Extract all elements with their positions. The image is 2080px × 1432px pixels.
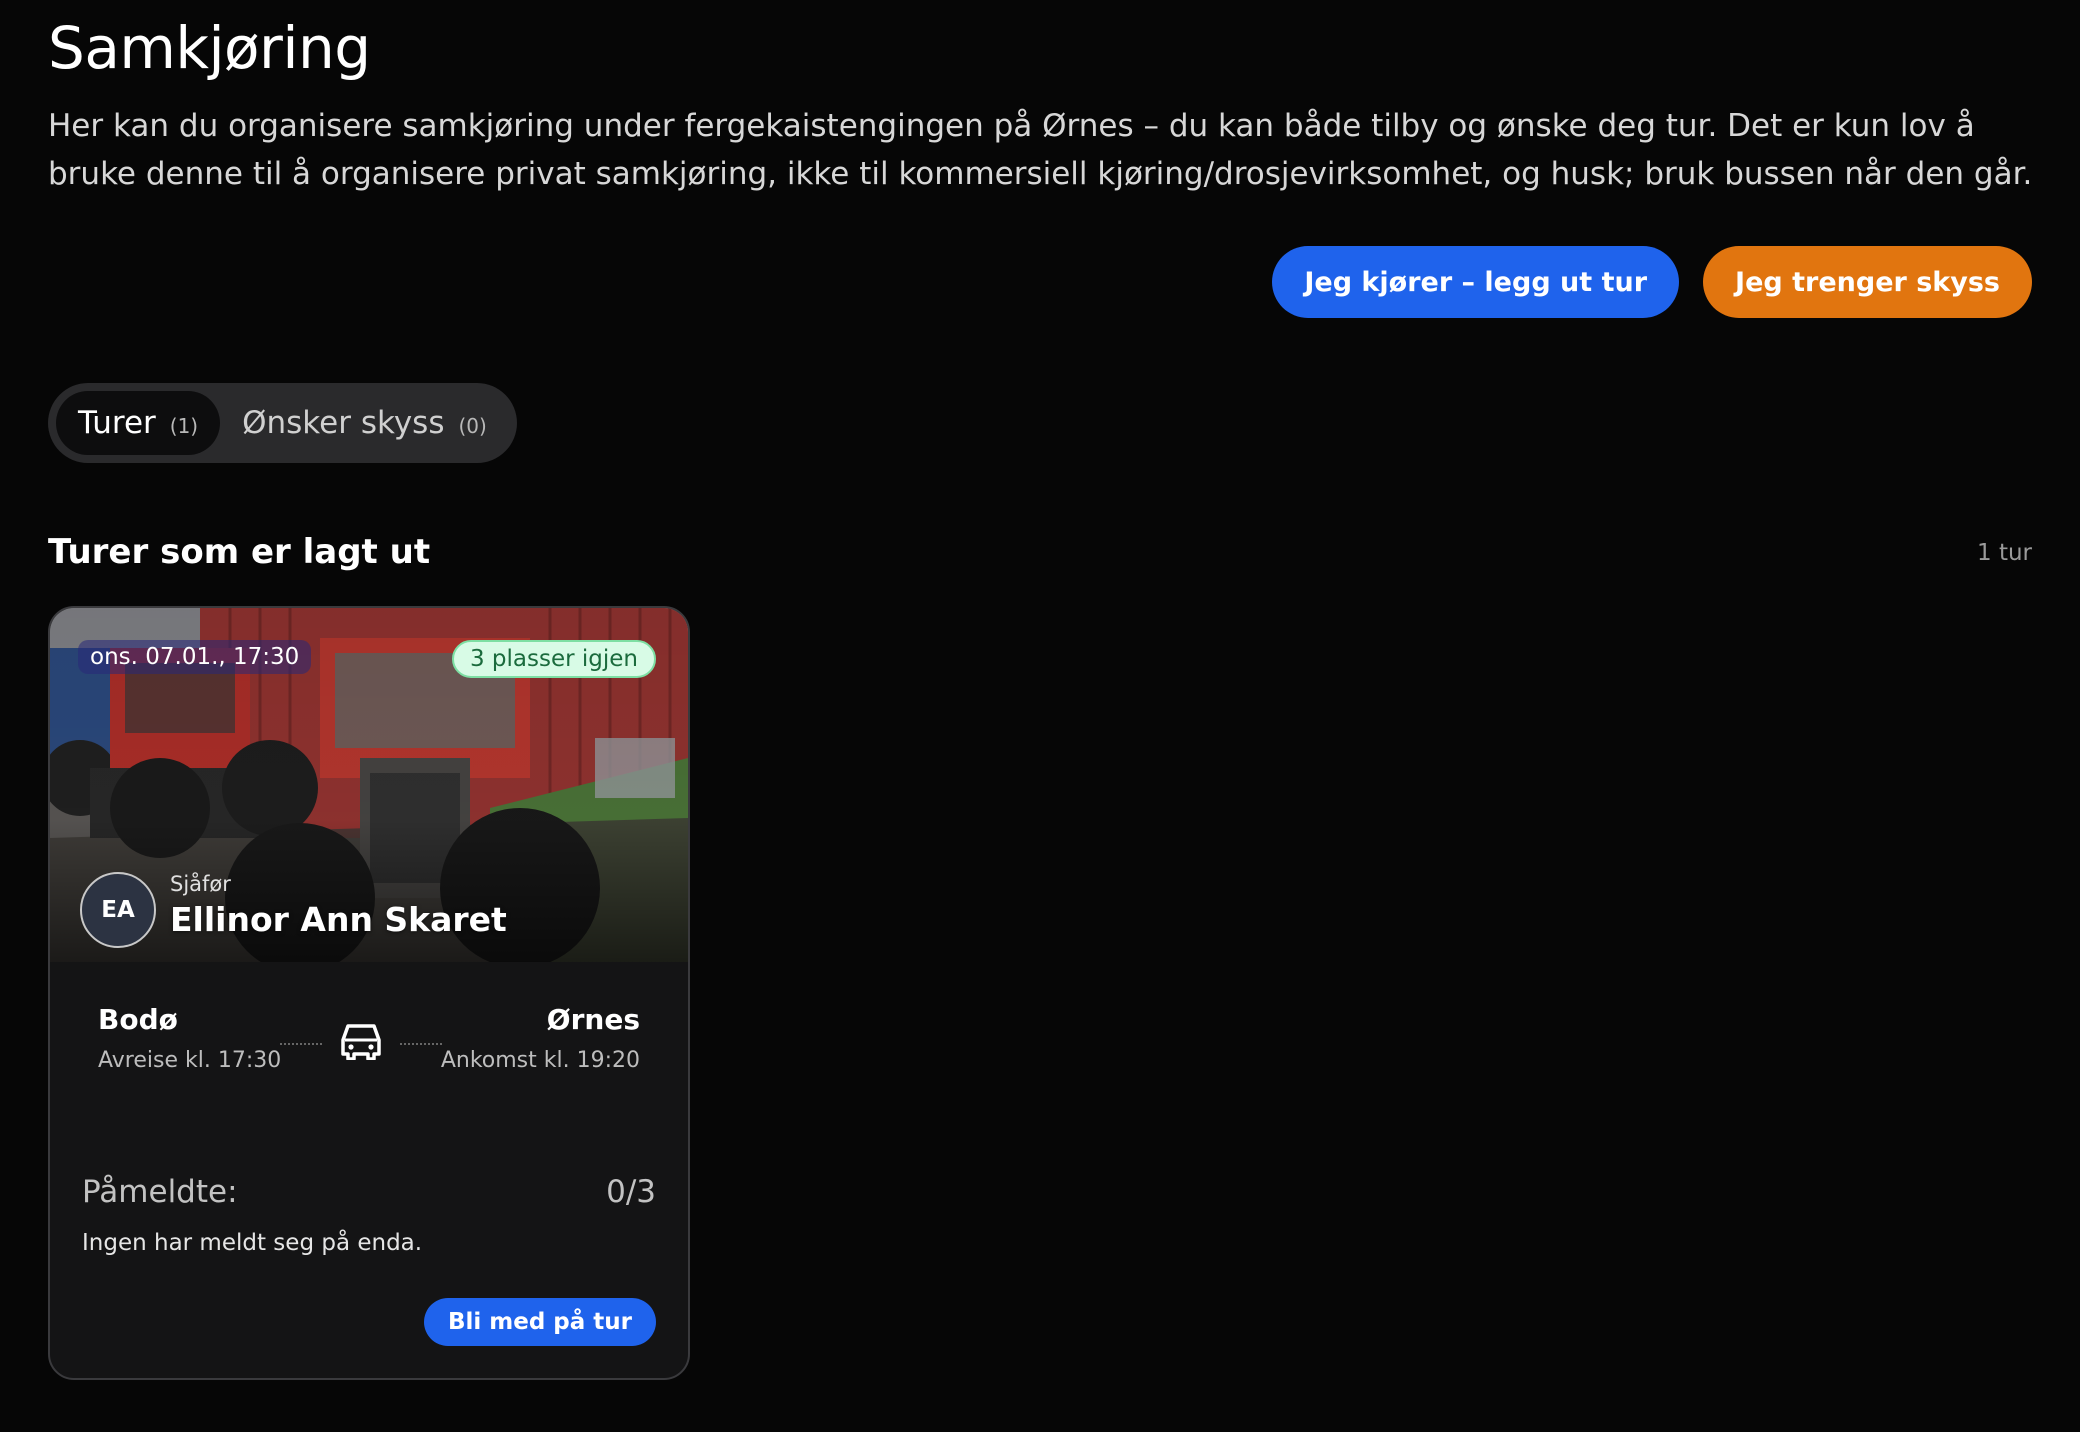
origin-city: Bodø bbox=[98, 1003, 178, 1036]
route-origin: Bodø Avreise kl. 17:30 bbox=[98, 1003, 281, 1073]
trip-photo: ons. 07.01., 17:30 3 plasser igjen EA Sj… bbox=[50, 608, 688, 962]
driver-name: Ellinor Ann Skaret bbox=[170, 900, 507, 939]
driver-role-label: Sjåfør bbox=[170, 872, 231, 896]
registered-label: Påmeldte: bbox=[82, 1174, 238, 1210]
section-count: 1 tur bbox=[1977, 540, 2032, 566]
action-buttons: Jeg kjører – legg ut tur Jeg trenger sky… bbox=[1272, 246, 2032, 318]
seats-badge: 3 plasser igjen bbox=[451, 640, 656, 678]
arrival-time: Ankomst kl. 19:20 bbox=[440, 1048, 640, 1073]
tab-ride-requests-label: Ønsker skyss bbox=[242, 405, 445, 441]
trip-card: ons. 07.01., 17:30 3 plasser igjen EA Sj… bbox=[48, 606, 690, 1380]
registered-empty-text: Ingen har meldt seg på enda. bbox=[82, 1230, 423, 1256]
offer-ride-button[interactable]: Jeg kjører – legg ut tur bbox=[1272, 246, 1680, 318]
page-title: Samkjøring bbox=[48, 14, 371, 82]
join-trip-button[interactable]: Bli med på tur bbox=[423, 1298, 656, 1346]
car-icon bbox=[340, 1022, 382, 1064]
destination-city: Ørnes bbox=[546, 1003, 640, 1036]
departure-time: Avreise kl. 17:30 bbox=[98, 1048, 282, 1073]
request-ride-button[interactable]: Jeg trenger skyss bbox=[1703, 246, 2032, 318]
page-intro: Her kan du organisere samkjøring under f… bbox=[48, 108, 2033, 192]
driver-avatar: EA bbox=[80, 872, 156, 948]
tab-ride-requests-count: (0) bbox=[458, 414, 487, 438]
tab-bar: Turer (1) Ønsker skyss (0) bbox=[48, 383, 517, 463]
route-line-right bbox=[400, 1043, 442, 1045]
tab-trips-label: Turer bbox=[78, 405, 156, 441]
tab-trips[interactable]: Turer (1) bbox=[56, 391, 221, 455]
section-title: Turer som er lagt ut bbox=[48, 532, 431, 572]
trip-date-tag: ons. 07.01., 17:30 bbox=[78, 640, 312, 674]
tab-trips-count: (1) bbox=[169, 414, 199, 438]
route-line-left bbox=[280, 1043, 322, 1045]
route-destination: Ørnes Ankomst kl. 19:20 bbox=[441, 1003, 640, 1073]
tab-ride-requests[interactable]: Ønsker skyss (0) bbox=[220, 391, 509, 455]
registered-count: 0/3 bbox=[606, 1174, 656, 1210]
